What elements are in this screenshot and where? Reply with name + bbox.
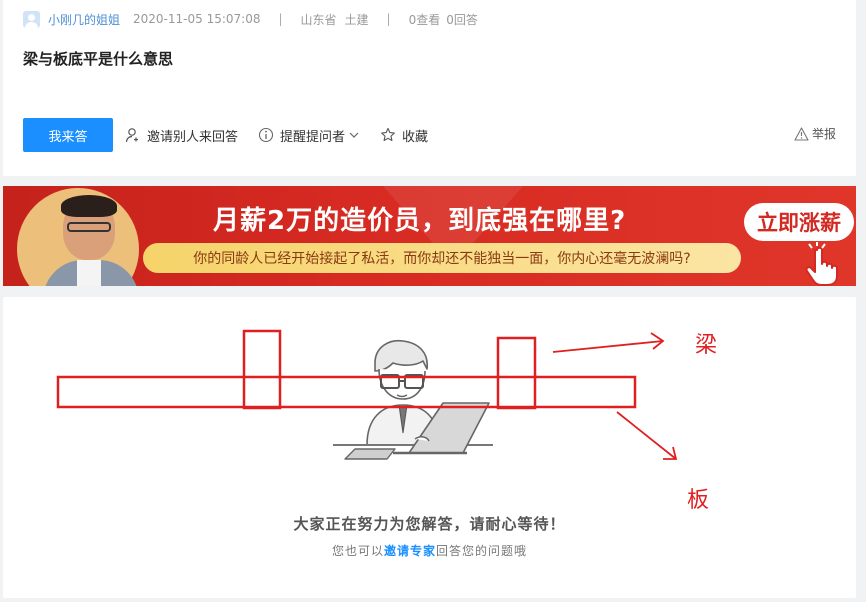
avatar[interactable]	[23, 10, 40, 28]
question-card: 小刚几的姐姐 2020-11-05 15:07:08 | 山东省 土建 | 0查…	[3, 0, 856, 176]
beam-slab-annotation	[56, 329, 678, 460]
question-meta: 小刚几的姐姐 2020-11-05 15:07:08 | 山东省 土建 | 0查…	[23, 10, 478, 28]
report-label: 举报	[811, 127, 836, 141]
banner-subline-pill: 你的同龄人已经开始接起了私活，而你却还不能独当一面，你内心还毫无波澜吗?	[143, 243, 741, 273]
author-name[interactable]: 小刚几的姐姐	[48, 11, 120, 28]
banner-headline: 月薪2万的造价员，到底强在哪里?	[213, 206, 627, 236]
slab-label: 板	[687, 488, 710, 513]
waiting-message: 大家正在努力为您解答，请耐心等待！	[293, 515, 566, 533]
collect-button[interactable]: 收藏	[380, 126, 428, 145]
report-button[interactable]: 举报	[794, 125, 836, 142]
answer-area: 梁 板 大家正在努力为您解答，请耐心等待！ 您也可以邀请专家回答您的问题哦	[3, 297, 856, 598]
question-location: 山东省	[300, 12, 337, 27]
banner-cta-button[interactable]: 立即涨薪	[744, 203, 854, 241]
collect-label: 收藏	[402, 129, 429, 145]
remind-button[interactable]: 提醒提问者	[258, 126, 360, 145]
hint-prefix: 您也可以	[331, 544, 384, 558]
view-count: 0查看	[408, 12, 441, 27]
answer-count: 0回答	[446, 12, 478, 27]
beam-label: 梁	[695, 333, 718, 358]
ad-banner[interactable]: 月薪2万的造价员，到底强在哪里? 你的同龄人已经开始接起了私活，而你却还不能独当…	[3, 186, 856, 286]
remind-label: 提醒提问者	[280, 129, 346, 145]
meta-divider: |	[386, 12, 391, 26]
question-title: 梁与板底平是什么意思	[23, 50, 174, 68]
invite-label: 邀请别人来回答	[147, 129, 239, 145]
warning-icon	[794, 126, 809, 141]
invite-expert-link[interactable]: 邀请专家	[384, 544, 436, 558]
answer-button[interactable]: 我来答	[23, 118, 113, 152]
invite-button[interactable]: 邀请别人来回答	[125, 126, 238, 145]
question-category[interactable]: 土建	[345, 11, 369, 28]
question-timestamp: 2020-11-05 15:07:08	[133, 12, 261, 26]
pointer-hand-icon	[805, 242, 838, 286]
presenter-photo	[17, 188, 139, 286]
info-icon	[258, 127, 274, 143]
chevron-down-icon	[349, 132, 359, 138]
star-icon	[381, 127, 395, 142]
user-icon	[125, 128, 138, 143]
banner-subline: 你的同龄人已经开始接起了私活，而你却还不能独当一面，你内心还毫无波澜吗?	[193, 251, 691, 267]
invite-expert-hint: 您也可以邀请专家回答您的问题哦	[3, 542, 856, 559]
meta-divider: |	[278, 12, 283, 26]
question-actions: 我来答 邀请别人来回答 提醒提问者 收藏	[23, 118, 448, 152]
hint-suffix: 回答您的问题哦	[436, 544, 528, 558]
